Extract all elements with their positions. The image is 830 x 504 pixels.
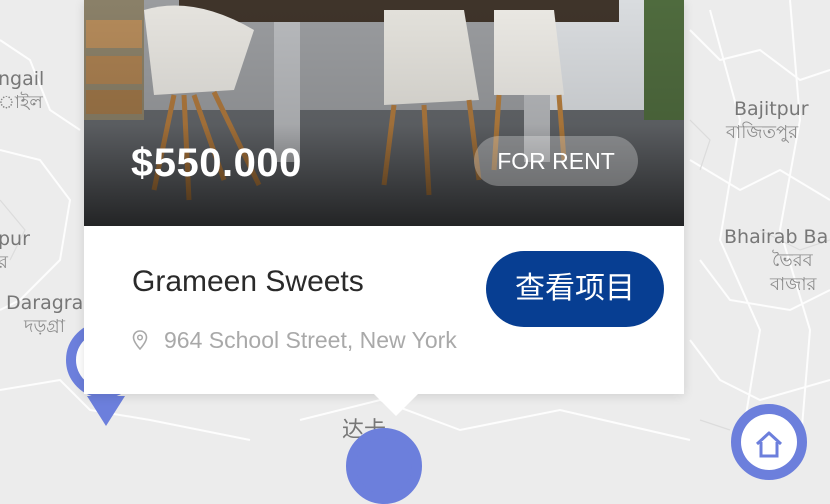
- map-place-label: Bhairab Ba: [724, 226, 829, 248]
- property-card[interactable]: $550.000 FOR RENT Grameen Sweets 964 Sch…: [84, 0, 684, 394]
- map-place-label: দড়গ্রা: [24, 316, 66, 337]
- property-photo[interactable]: $550.000 FOR RENT: [84, 0, 684, 226]
- map-place-label: Bajitpur: [734, 98, 809, 120]
- for-rent-badge: FOR RENT: [474, 136, 638, 186]
- map-place-label: বাজিতপুর: [726, 122, 799, 143]
- dining-room-photo: [84, 0, 684, 226]
- map-pin-home[interactable]: [731, 404, 807, 480]
- map-place-label: বাজার: [770, 274, 817, 295]
- property-address: 964 School Street, New York: [132, 324, 457, 356]
- map-place-label: ভৈরব: [772, 250, 813, 271]
- price: $550.000: [131, 141, 302, 185]
- address-text: 964 School Street, New York: [164, 327, 457, 353]
- map-place-label: Daragra: [6, 292, 84, 314]
- map-place-label: ngail: [0, 68, 45, 90]
- home-icon: [755, 431, 783, 458]
- map-pin-tail: [87, 396, 125, 426]
- property-title[interactable]: Grameen Sweets: [132, 264, 364, 300]
- map-place-label: pur: [0, 228, 30, 250]
- location-pin-icon: [132, 330, 148, 350]
- card-pointer: [374, 394, 418, 416]
- map-pin[interactable]: [346, 428, 422, 504]
- map-place-label: াইল: [0, 92, 43, 113]
- view-project-button[interactable]: 查看项目: [486, 251, 664, 327]
- map-place-label: র: [0, 252, 8, 273]
